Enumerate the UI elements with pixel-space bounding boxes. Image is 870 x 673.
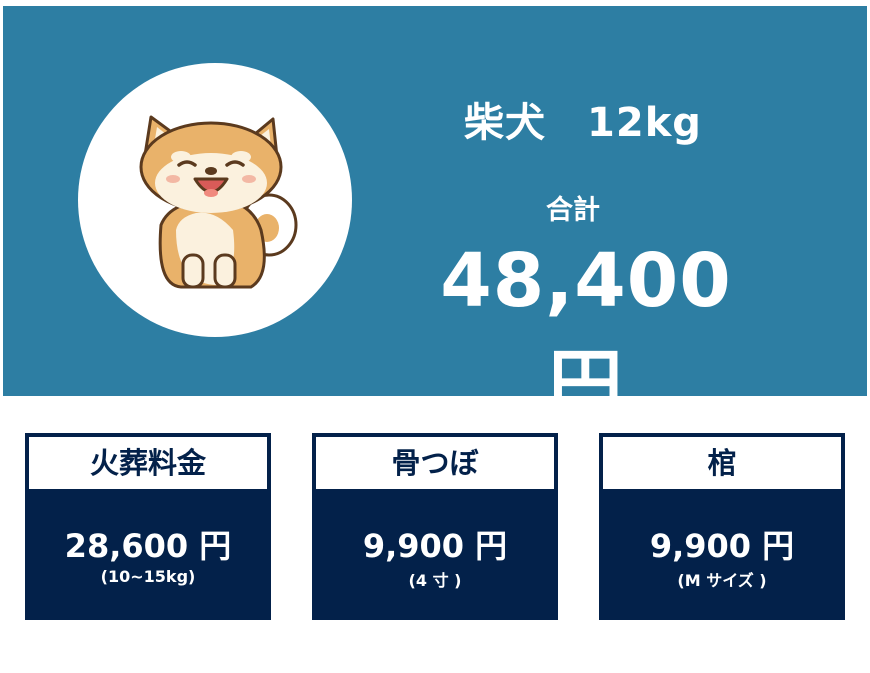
card-title: 棺	[603, 437, 841, 489]
cremation-fee-card: 火葬料金 28,600 円 (10~15kg)	[25, 433, 271, 620]
card-note: (4 寸 )	[408, 571, 462, 590]
summary-banner: 柴犬 12kg 合計 48,400 円	[3, 6, 867, 427]
card-price: 9,900 円	[649, 527, 795, 565]
card-title: 火葬料金	[29, 437, 267, 489]
card-price: 28,600 円	[64, 527, 232, 565]
card-note: (M サイズ )	[677, 571, 767, 590]
card-title: 骨つぼ	[316, 437, 554, 489]
card-note: (10~15kg)	[100, 567, 196, 586]
avatar	[78, 63, 352, 337]
urn-card: 骨つぼ 9,900 円 (4 寸 )	[312, 433, 558, 620]
total-amount: 48,400 円	[440, 238, 732, 427]
card-price: 9,900 円	[362, 527, 508, 565]
total-label: 合計	[546, 195, 600, 226]
coffin-card: 棺 9,900 円 (M サイズ )	[599, 433, 845, 620]
shiba-dog-icon	[139, 115, 298, 289]
pet-summary-title: 柴犬 12kg	[464, 100, 702, 146]
